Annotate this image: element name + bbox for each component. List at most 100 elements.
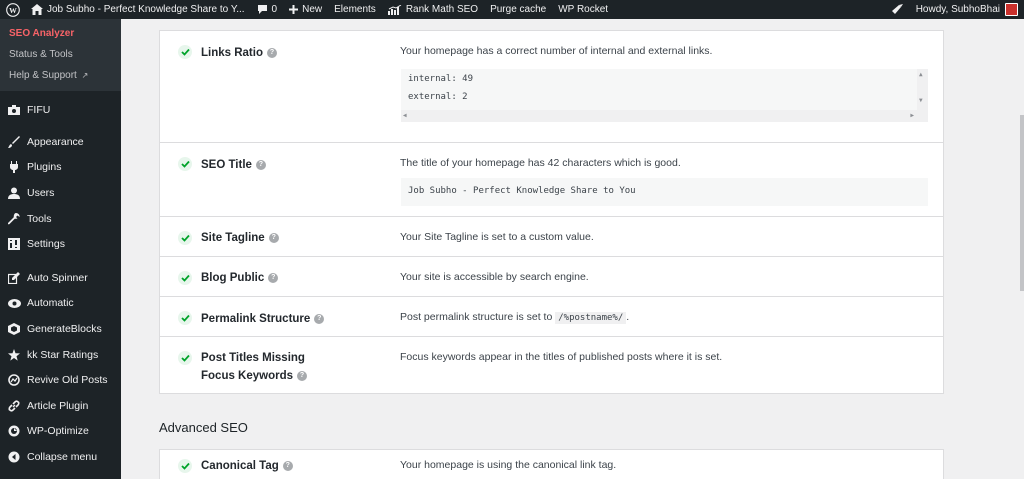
- rankmath-submenu: SEO Analyzer Status & Tools Help & Suppo…: [0, 19, 121, 91]
- camera-icon: [7, 103, 21, 117]
- seo-title-code-box: Job Subho - Perfect Knowledge Share to Y…: [401, 178, 928, 206]
- check-title-text: Site Tagline: [201, 232, 265, 244]
- svg-text:W: W: [9, 5, 17, 14]
- help-icon[interactable]: ?: [268, 272, 279, 283]
- submenu-item-seo-analyzer[interactable]: SEO Analyzer: [0, 23, 121, 44]
- sidebar-item-kk-star-ratings[interactable]: kk Star Ratings: [0, 342, 121, 368]
- collapse-menu-button[interactable]: Collapse menu: [0, 444, 121, 470]
- page-scrollbar-thumb[interactable]: [1020, 115, 1024, 291]
- check-title-text: Canonical Tag: [201, 460, 279, 472]
- elements-link[interactable]: Elements: [328, 0, 382, 19]
- link-icon: [7, 399, 21, 413]
- check-description: The title of your homepage has 42 charac…: [400, 157, 681, 169]
- avatar: [1005, 3, 1018, 16]
- check-row-blog-public: Blog Public? Your site is accessible by …: [160, 256, 943, 296]
- check-title-text: SEO Title: [201, 159, 252, 171]
- sidebar-item-label: WP-Optimize: [27, 425, 89, 438]
- star-icon: [7, 348, 21, 362]
- site-name-label: Job Subho - Perfect Knowledge Share to Y…: [47, 4, 245, 15]
- sidebar-item-generateblocks[interactable]: GenerateBlocks: [0, 316, 121, 342]
- permalink-code: /%postname%/: [555, 312, 627, 324]
- advanced-seo-card: Canonical Tag? Your homepage is using th…: [159, 449, 944, 479]
- check-title: Canonical Tag?: [201, 457, 371, 475]
- external-link-icon: ↗: [81, 71, 89, 80]
- code-line-internal: internal: 49: [408, 74, 474, 84]
- check-row-links-ratio: Links Ratio? Your homepage has a correct…: [160, 31, 943, 142]
- site-name-link[interactable]: Job Subho - Perfect Knowledge Share to Y…: [25, 0, 251, 19]
- plus-icon: [289, 5, 299, 14]
- sidebar-item-label: Appearance: [27, 135, 84, 148]
- revive-icon: [7, 373, 21, 387]
- eye-icon: [7, 296, 21, 310]
- main-content: Links Ratio? Your homepage has a correct…: [121, 19, 1024, 479]
- scroll-up-arrow-icon[interactable]: ▲: [919, 71, 923, 78]
- check-row-permalink-structure: Permalink Structure? Post permalink stru…: [160, 296, 943, 336]
- sidebar-item-label: FIFU: [27, 104, 51, 116]
- check-description: Post permalink structure is set to /%pos…: [400, 311, 930, 324]
- check-title: Links Ratio?: [201, 44, 371, 62]
- sidebar-item-label: kk Star Ratings: [27, 348, 99, 361]
- comments-link[interactable]: 0: [251, 0, 284, 19]
- blocks-icon: [7, 322, 21, 336]
- sidebar-item-article-plugin[interactable]: Article Plugin: [0, 393, 121, 419]
- purge-cache-link[interactable]: Purge cache: [484, 0, 552, 19]
- sidebar-item-label: GenerateBlocks: [27, 322, 102, 335]
- sidebar-item-label: Tools: [27, 212, 52, 225]
- wp-rocket-link[interactable]: WP Rocket: [552, 0, 614, 19]
- sidebar-item-auto-spinner[interactable]: Auto Spinner: [0, 265, 121, 291]
- links-ratio-code-box[interactable]: internal: 49 external: 2 ▲ ▼ ◀ ▶: [401, 69, 928, 122]
- sidebar-item-tools[interactable]: Tools: [0, 206, 121, 232]
- check-title: Post Titles Missing Focus Keywords?: [201, 349, 341, 385]
- check-description: Your site is accessible by search engine…: [400, 271, 589, 283]
- check-row-post-titles-focus-keywords: Post Titles Missing Focus Keywords? Focu…: [160, 336, 943, 393]
- sidebar-item-fifu[interactable]: FIFU: [0, 99, 121, 121]
- check-success-icon: [178, 45, 192, 59]
- check-row-site-tagline: Site Tagline? Your Site Tagline is set t…: [160, 216, 943, 256]
- notifications-icon[interactable]: [884, 0, 910, 19]
- user-account-menu[interactable]: Howdy, SubhoBhai: [910, 0, 1024, 19]
- sidebar-item-label: Automatic: [27, 297, 74, 310]
- wprocket-label: WP Rocket: [558, 4, 609, 15]
- sidebar-item-label: Collapse menu: [27, 450, 98, 463]
- check-description: Your homepage has a correct number of in…: [400, 45, 713, 57]
- check-description: Focus keywords appear in the titles of p…: [400, 351, 723, 363]
- vertical-scrollbar[interactable]: ▲ ▼: [917, 69, 928, 111]
- sidebar-item-settings[interactable]: Settings: [0, 231, 121, 257]
- wordpress-logo-icon[interactable]: W: [0, 0, 25, 19]
- sidebar-item-users[interactable]: Users: [0, 180, 121, 206]
- scroll-down-arrow-icon[interactable]: ▼: [919, 97, 923, 104]
- sidebar-item-label: Auto Spinner: [27, 271, 88, 284]
- sidebar-item-appearance[interactable]: Appearance: [0, 129, 121, 155]
- howdy-label: Howdy, SubhoBhai: [915, 4, 1000, 15]
- new-content-link[interactable]: New: [283, 0, 328, 19]
- rankmath-chart-icon: [387, 4, 402, 15]
- check-row-seo-title: SEO Title? The title of your homepage ha…: [160, 142, 943, 216]
- help-icon[interactable]: ?: [268, 232, 279, 243]
- sidebar-item-automatic[interactable]: Automatic: [0, 291, 121, 317]
- brush-icon: [7, 135, 21, 149]
- page-scrollbar[interactable]: [1020, 19, 1024, 479]
- scroll-left-arrow-icon[interactable]: ◀: [403, 112, 407, 119]
- sidebar-item-label: Revive Old Posts: [27, 374, 108, 387]
- sidebar-item-wp-optimize[interactable]: WP-Optimize: [0, 419, 121, 445]
- sidebar-item-label: Users: [27, 186, 55, 199]
- sidebar-item-plugins[interactable]: Plugins: [0, 155, 121, 181]
- check-title: Site Tagline?: [201, 229, 371, 247]
- section-heading-advanced-seo: Advanced SEO: [159, 420, 248, 435]
- help-icon[interactable]: ?: [314, 313, 325, 324]
- help-icon[interactable]: ?: [297, 370, 308, 381]
- help-icon[interactable]: ?: [266, 47, 277, 58]
- sidebar-item-revive-old-posts[interactable]: Revive Old Posts: [0, 367, 121, 393]
- submenu-item-status-tools[interactable]: Status & Tools: [0, 44, 121, 65]
- elements-label: Elements: [334, 4, 376, 15]
- code-line-title: Job Subho - Perfect Knowledge Share to Y…: [408, 186, 636, 196]
- help-icon[interactable]: ?: [255, 159, 266, 170]
- horizontal-scrollbar[interactable]: ◀ ▶: [401, 110, 928, 122]
- scroll-right-arrow-icon[interactable]: ▶: [910, 112, 914, 119]
- admin-sidebar: SEO Analyzer Status & Tools Help & Suppo…: [0, 19, 121, 479]
- rankmath-link[interactable]: Rank Math SEO: [382, 0, 484, 19]
- admin-bar: W Job Subho - Perfect Knowledge Share to…: [0, 0, 1024, 19]
- submenu-item-help-support[interactable]: Help & Support ↗: [0, 65, 121, 86]
- help-icon[interactable]: ?: [282, 460, 293, 471]
- check-title-text: Blog Public: [201, 272, 265, 284]
